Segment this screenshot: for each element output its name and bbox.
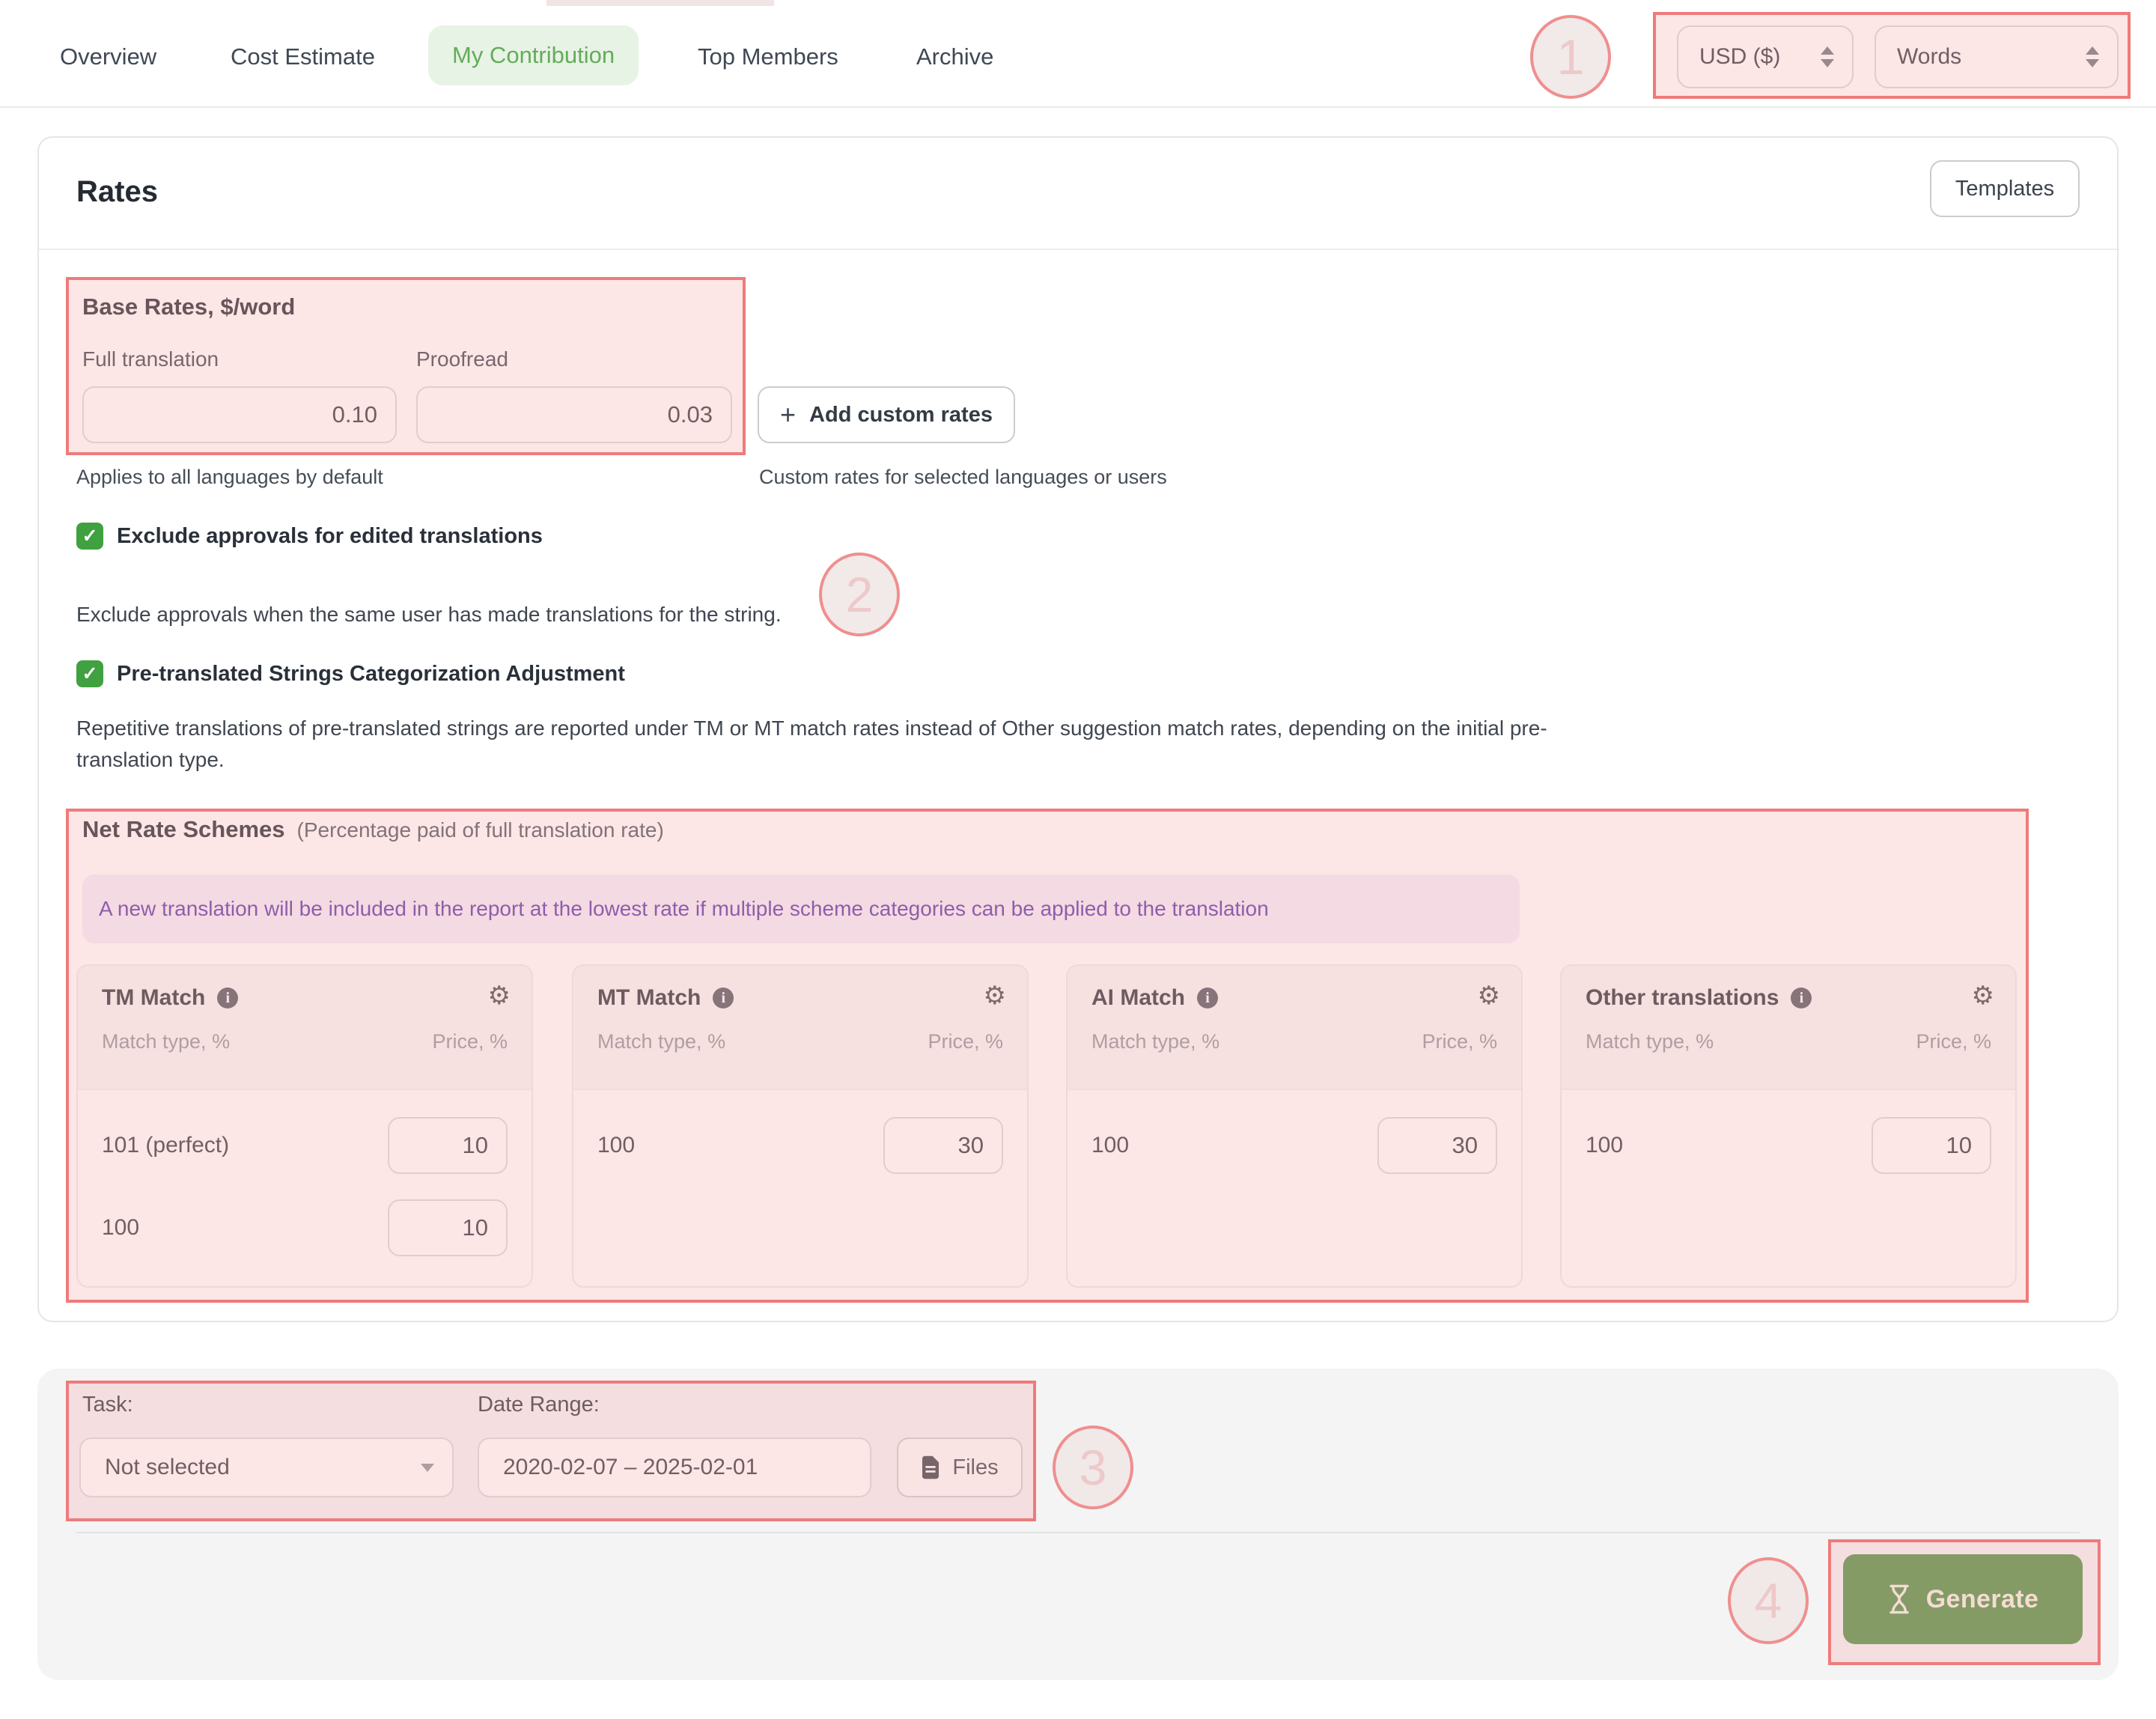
price-column-label: Price, % xyxy=(432,1030,508,1053)
table-row: 101 (perfect) xyxy=(102,1117,508,1174)
panel-header-divider xyxy=(39,249,2117,250)
mt-match-card: MT Match i ⚙ Match type, % Price, % 100 xyxy=(572,964,1029,1288)
ai-match-card-header: AI Match i ⚙ Match type, % Price, % xyxy=(1068,966,1521,1090)
tabbar-divider xyxy=(0,106,2156,108)
date-range-input[interactable]: 2020-02-07 – 2025-02-01 xyxy=(478,1437,871,1497)
chevron-down-icon xyxy=(421,1464,434,1472)
base-rates-title: Base Rates, $/word xyxy=(82,293,295,320)
net-rate-schemes-subtitle: (Percentage paid of full translation rat… xyxy=(297,818,664,842)
tm-match-title: TM Match xyxy=(102,985,205,1011)
files-button-label: Files xyxy=(952,1455,998,1480)
generate-button-label: Generate xyxy=(1926,1585,2039,1614)
gear-icon[interactable]: ⚙ xyxy=(1972,981,1994,1011)
updown-caret-icon xyxy=(2086,46,2099,67)
tm-match-card-header: TM Match i ⚙ Match type, % Price, % xyxy=(78,966,532,1090)
price-input[interactable] xyxy=(388,1199,508,1256)
price-column-label: Price, % xyxy=(928,1030,1003,1053)
mt-match-title: MT Match xyxy=(597,985,701,1011)
date-range-label: Date Range: xyxy=(478,1393,600,1417)
other-translations-title: Other translations xyxy=(1586,985,1779,1011)
net-rate-schemes-title: Net Rate Schemes xyxy=(82,816,285,843)
price-input[interactable] xyxy=(1872,1117,1991,1174)
check-icon: ✓ xyxy=(82,663,98,685)
info-icon[interactable]: i xyxy=(713,988,734,1008)
match-type-column-label: Match type, % xyxy=(1091,1030,1219,1053)
base-rates-helper: Applies to all languages by default xyxy=(76,466,383,489)
tab-overview[interactable]: Overview xyxy=(60,40,156,73)
date-range-value: 2020-02-07 – 2025-02-01 xyxy=(503,1455,758,1480)
price-input[interactable] xyxy=(388,1117,508,1174)
check-icon: ✓ xyxy=(82,525,98,547)
match-type-value: 100 xyxy=(1586,1133,1623,1158)
footer-divider xyxy=(76,1532,2080,1533)
match-type-value: 100 xyxy=(597,1133,635,1158)
mt-match-card-header: MT Match i ⚙ Match type, % Price, % xyxy=(573,966,1027,1090)
other-translations-card-header: Other translations i ⚙ Match type, % Pri… xyxy=(1562,966,2015,1090)
proofread-rate-input[interactable] xyxy=(416,386,732,443)
gear-icon[interactable]: ⚙ xyxy=(984,981,1006,1011)
full-translation-label: Full translation xyxy=(82,347,219,371)
files-button[interactable]: Files xyxy=(897,1437,1023,1497)
tm-match-card: TM Match i ⚙ Match type, % Price, % 101 … xyxy=(76,964,533,1288)
task-label: Task: xyxy=(82,1393,133,1417)
match-type-value: 100 xyxy=(1091,1133,1129,1158)
file-icon xyxy=(921,1455,940,1479)
generation-panel xyxy=(37,1369,2119,1680)
table-row: 100 xyxy=(1091,1117,1497,1174)
info-icon[interactable]: i xyxy=(217,988,238,1008)
proofread-label: Proofread xyxy=(416,347,508,371)
tab-archive[interactable]: Archive xyxy=(916,40,993,73)
match-type-column-label: Match type, % xyxy=(102,1030,230,1053)
add-custom-rates-label: Add custom rates xyxy=(809,403,993,428)
match-type-column-label: Match type, % xyxy=(597,1030,725,1053)
currency-select-value: USD ($) xyxy=(1699,44,1780,70)
match-type-value: 100 xyxy=(102,1215,139,1241)
gear-icon[interactable]: ⚙ xyxy=(488,981,511,1011)
units-select[interactable]: Words xyxy=(1875,25,2119,88)
tab-my-contribution[interactable]: My Contribution xyxy=(428,25,639,85)
hourglass-icon xyxy=(1887,1584,1911,1614)
table-row: 100 xyxy=(102,1199,508,1256)
units-select-value: Words xyxy=(1897,44,1961,70)
price-column-label: Price, % xyxy=(1422,1030,1497,1053)
custom-rates-helper: Custom rates for selected languages or u… xyxy=(759,466,1167,489)
updown-caret-icon xyxy=(1821,46,1834,67)
tab-top-members[interactable]: Top Members xyxy=(698,40,838,73)
ai-match-title: AI Match xyxy=(1091,985,1185,1011)
match-type-column-label: Match type, % xyxy=(1586,1030,1714,1053)
report-settings-page: Overview Cost Estimate My Contribution T… xyxy=(0,0,2156,1719)
info-icon[interactable]: i xyxy=(1791,988,1812,1008)
exclude-approvals-checkbox[interactable]: ✓ xyxy=(76,523,103,550)
templates-button[interactable]: Templates xyxy=(1930,160,2080,217)
full-translation-rate-input[interactable] xyxy=(82,386,397,443)
cropped-annotation-remnant xyxy=(546,0,774,6)
tab-cost-estimate[interactable]: Cost Estimate xyxy=(231,40,375,73)
currency-select[interactable]: USD ($) xyxy=(1677,25,1854,88)
table-row: 100 xyxy=(1586,1117,1991,1174)
gear-icon[interactable]: ⚙ xyxy=(1478,981,1500,1011)
exclude-approvals-description: Exclude approvals when the same user has… xyxy=(76,599,782,630)
price-column-label: Price, % xyxy=(1916,1030,1991,1053)
add-custom-rates-button[interactable]: + Add custom rates xyxy=(758,386,1015,443)
price-input[interactable] xyxy=(1377,1117,1497,1174)
table-row: 100 xyxy=(597,1117,1003,1174)
info-icon[interactable]: i xyxy=(1197,988,1218,1008)
lowest-rate-note: A new translation will be included in th… xyxy=(82,874,1520,943)
pretranslated-adjustment-checkbox[interactable]: ✓ xyxy=(76,660,103,687)
exclude-approvals-label: Exclude approvals for edited translation… xyxy=(117,524,543,549)
annotation-circle-1: 1 xyxy=(1530,15,1611,99)
price-input[interactable] xyxy=(883,1117,1003,1174)
ai-match-card: AI Match i ⚙ Match type, % Price, % 100 xyxy=(1066,964,1523,1288)
pretranslated-adjustment-description: Repetitive translations of pre-translate… xyxy=(76,713,1641,776)
task-select-value: Not selected xyxy=(105,1455,230,1480)
generate-button[interactable]: Generate xyxy=(1843,1554,2083,1644)
match-type-value: 101 (perfect) xyxy=(102,1133,229,1158)
rates-panel-title: Rates xyxy=(76,175,158,209)
other-translations-card: Other translations i ⚙ Match type, % Pri… xyxy=(1560,964,2017,1288)
task-select[interactable]: Not selected xyxy=(79,1437,454,1497)
pretranslated-adjustment-label: Pre-translated Strings Categorization Ad… xyxy=(117,662,625,687)
plus-icon: + xyxy=(780,401,796,428)
